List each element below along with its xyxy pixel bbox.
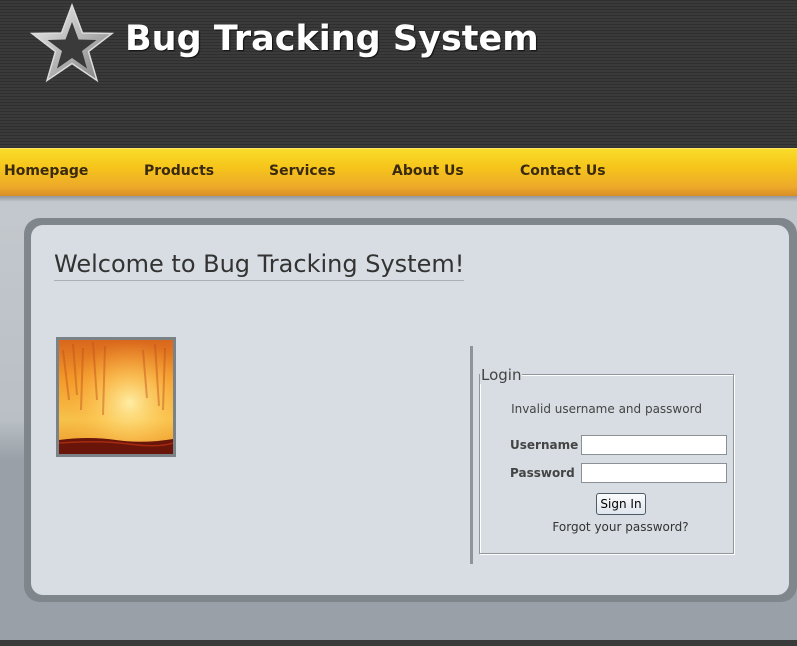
password-label: Password	[510, 466, 575, 480]
star-icon	[29, 2, 115, 83]
welcome-heading: Welcome to Bug Tracking System!	[54, 250, 465, 281]
site-title: Bug Tracking System	[125, 19, 539, 59]
main-nav: Homepage Products Services About Us Cont…	[0, 148, 797, 196]
footer-bar	[0, 640, 797, 646]
sign-in-button[interactable]: Sign In	[596, 493, 646, 515]
forgot-password-link[interactable]: Forgot your password?	[480, 520, 761, 534]
nav-item-products[interactable]: Products	[144, 163, 214, 179]
nav-item-services[interactable]: Services	[269, 163, 336, 179]
vertical-divider	[470, 346, 473, 564]
password-input[interactable]	[581, 463, 727, 483]
nav-item-homepage[interactable]: Homepage	[4, 163, 88, 179]
username-label: Username	[510, 438, 579, 452]
login-legend: Login	[480, 366, 523, 384]
login-error-message: Invalid username and password	[511, 402, 702, 416]
nav-item-about-us[interactable]: About Us	[392, 163, 464, 179]
nav-shadow	[0, 196, 797, 202]
fire-photo	[56, 337, 176, 457]
username-input[interactable]	[581, 435, 727, 455]
site-header: Bug Tracking System	[0, 0, 797, 148]
fire-image	[59, 340, 173, 454]
nav-item-contact-us[interactable]: Contact Us	[520, 163, 606, 179]
